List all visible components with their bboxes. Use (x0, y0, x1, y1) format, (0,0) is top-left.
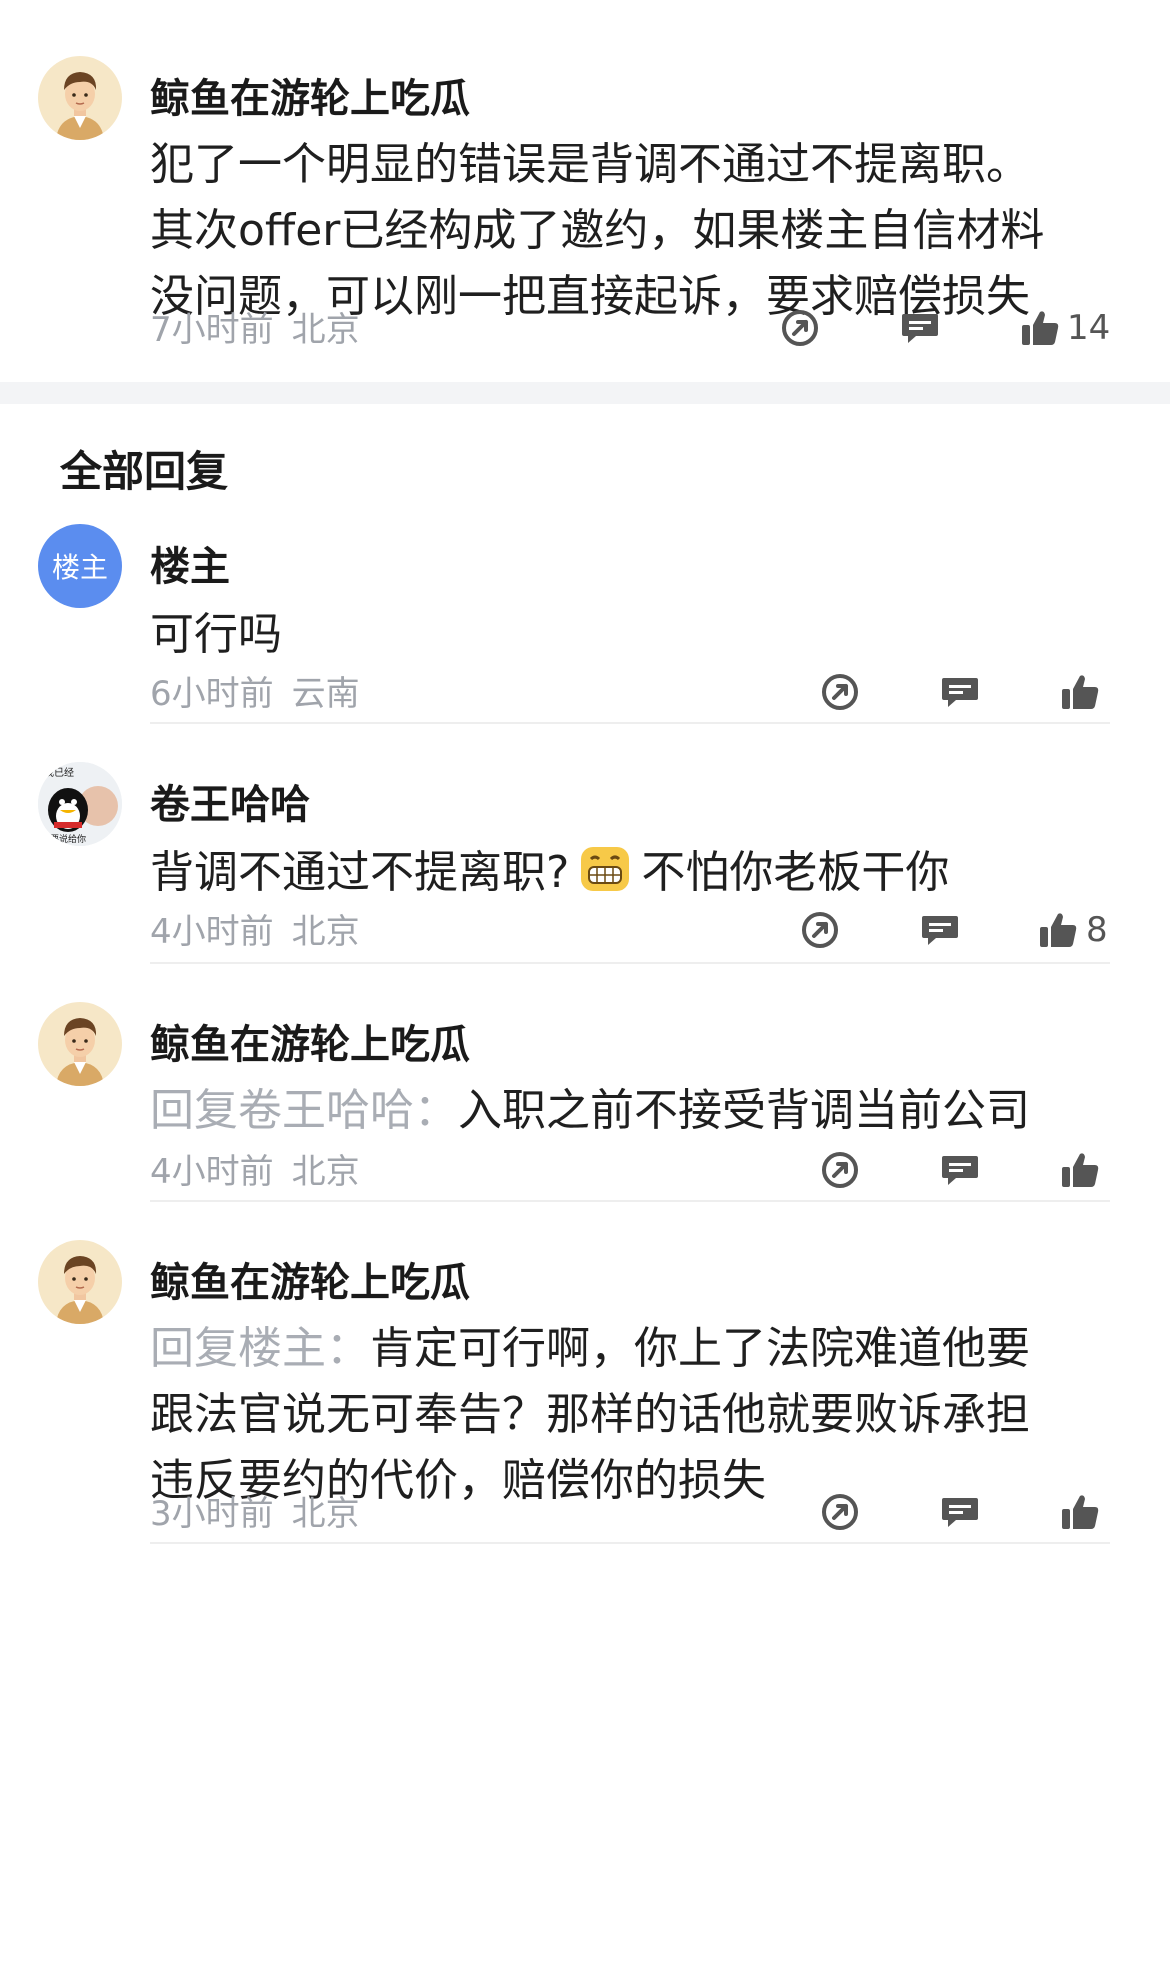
comment-line: 犯了一个明显的错误是背调不通过不提离职。 (150, 139, 1030, 190)
grinning-emoji-icon (581, 847, 630, 891)
avatar[interactable]: 我已经 要说给你 (38, 762, 122, 846)
thumbs-up-icon[interactable] (1058, 670, 1102, 714)
comment-text: 犯了一个明显的错误是背调不通过不提离职。 其次offer已经构成了邀约，如果楼主… (150, 132, 1110, 330)
share-icon[interactable] (798, 908, 842, 952)
divider (150, 722, 1110, 724)
comment-text-part: 入职之前不接受背调当前公司 (458, 1085, 1030, 1136)
comment-text-part: 肯定可行啊，你上了法院难道他要 (370, 1323, 1030, 1374)
comment-meta: 4小时前 北京 (150, 904, 360, 953)
comment-text: 背调不通过不提离职? 不怕你老板干你 (150, 840, 949, 906)
comment-meta: 4小时前 北京 (150, 1144, 360, 1193)
author-name[interactable]: 卷王哈哈 (150, 772, 310, 830)
comment-icon[interactable] (898, 306, 942, 350)
comment-text: 可行吗 (150, 609, 282, 660)
share-icon[interactable] (818, 1490, 862, 1534)
share-icon[interactable] (818, 670, 862, 714)
comment-line: 其次offer已经构成了邀约，如果楼主自信材料 (150, 205, 1045, 256)
thumbs-up-icon[interactable] (1058, 1148, 1102, 1192)
thumbs-up-icon[interactable] (1058, 1490, 1102, 1534)
author-name[interactable]: 鲸鱼在游轮上吃瓜 (150, 66, 470, 124)
section-title: 全部回复 (60, 447, 229, 496)
comment-meta: 7小时前 北京 (150, 302, 360, 351)
share-icon[interactable] (818, 1148, 862, 1192)
comment-line: 回复楼主：肯定可行啊，你上了法院难道他要 (150, 1316, 1130, 1382)
avatar[interactable]: 楼主 (38, 524, 122, 608)
comment-icon[interactable] (938, 1490, 982, 1534)
comment-text-part: 不怕你老板干你 (641, 847, 950, 898)
avatar[interactable] (38, 1240, 122, 1324)
location: 北京 (291, 1152, 360, 1192)
avatar-caption: 我已经 (44, 766, 74, 779)
timestamp: 3小时前 (150, 1494, 274, 1534)
comment-text-part: 背调不通过不提离职? (150, 847, 570, 898)
comment-icon[interactable] (938, 670, 982, 714)
timestamp: 7小时前 (150, 310, 274, 350)
reply-to-label[interactable]: 回复卷王哈哈： (150, 1085, 458, 1136)
avatar-label: 楼主 (51, 551, 108, 584)
divider (150, 962, 1110, 964)
avatar[interactable] (38, 1002, 122, 1086)
location: 云南 (291, 674, 360, 714)
location: 北京 (291, 310, 360, 350)
like-count: 8 (1086, 910, 1108, 950)
divider (150, 1542, 1110, 1544)
like-count: 14 (1067, 308, 1111, 348)
avatar[interactable] (38, 56, 122, 140)
timestamp: 6小时前 (150, 674, 274, 714)
author-name[interactable]: 鲸鱼在游轮上吃瓜 (150, 1012, 470, 1070)
author-name[interactable]: 楼主 (150, 534, 230, 592)
thumbs-up-icon[interactable] (1036, 908, 1080, 952)
comment-icon[interactable] (918, 908, 962, 952)
comment-text: 回复楼主：肯定可行啊，你上了法院难道他要 跟法官说无可奉告？那样的话他就要败诉承… (150, 1316, 1130, 1514)
author-name[interactable]: 鲸鱼在游轮上吃瓜 (150, 1250, 470, 1308)
reply-to-label[interactable]: 回复楼主： (150, 1323, 370, 1374)
comment-icon[interactable] (938, 1148, 982, 1192)
comment-text: 回复卷王哈哈：入职之前不接受背调当前公司 (150, 1078, 1030, 1144)
timestamp: 4小时前 (150, 1152, 274, 1192)
avatar-caption: 要说给你 (50, 833, 86, 845)
thumbs-up-icon[interactable] (1018, 306, 1062, 350)
comment-line: 跟法官说无可奉告？那样的话他就要败诉承担 (150, 1389, 1030, 1440)
timestamp: 4小时前 (150, 912, 274, 952)
section-divider (0, 382, 1170, 404)
location: 北京 (291, 1494, 360, 1534)
comment-meta: 6小时前 云南 (150, 666, 360, 715)
location: 北京 (291, 912, 360, 952)
share-icon[interactable] (778, 306, 822, 350)
divider (150, 1200, 1110, 1202)
comment-meta: 3小时前 北京 (150, 1486, 360, 1535)
